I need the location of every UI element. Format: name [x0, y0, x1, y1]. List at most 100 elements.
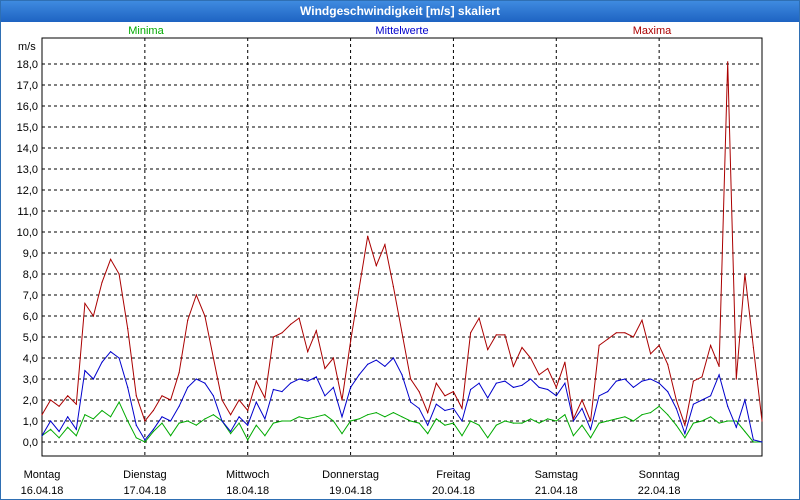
data-point: [598, 395, 600, 397]
y-tick-label: 9,0: [23, 248, 38, 260]
y-tick-label: 12,0: [17, 185, 38, 197]
data-point: [358, 418, 360, 420]
data-point: [572, 418, 575, 420]
data-point: [564, 382, 566, 384]
data-point: [607, 338, 609, 340]
series-minima: [41, 401, 763, 443]
data-point: [307, 380, 309, 382]
data-point: [444, 424, 446, 426]
data-point: [187, 420, 189, 422]
data-point: [581, 407, 583, 409]
data-point: [367, 363, 369, 365]
data-point: [272, 422, 274, 424]
data-point: [675, 399, 677, 401]
data-point: [272, 388, 274, 391]
data-point: [101, 361, 103, 363]
data-point: [590, 428, 592, 430]
data-point: [538, 422, 540, 424]
data-point: [521, 384, 523, 386]
legend-item-mittelwerte: Mittelwerte: [375, 25, 428, 37]
y-tick-label: 14,0: [17, 143, 38, 155]
data-point: [247, 424, 249, 426]
data-point: [178, 405, 180, 407]
data-point: [650, 353, 652, 355]
data-point: [401, 332, 403, 334]
data-point: [50, 420, 52, 422]
x-tick-date: 16.04.18: [21, 485, 64, 497]
y-tick-label: 17,0: [17, 80, 38, 92]
data-point: [315, 376, 317, 378]
data-point: [350, 386, 352, 388]
x-tick-day: Dienstag: [123, 469, 166, 481]
data-point: [255, 380, 257, 382]
x-tick-date: 18.04.18: [226, 485, 269, 497]
wind-speed-chart: 0,0 1,0 2,0 3,0 4,0 5,0 6,0 7,0 8,0 9,0 10,0 11,0 12…: [17, 25, 763, 497]
series-mittelwerte: [41, 351, 763, 443]
y-tick-label: 5,0: [23, 332, 38, 344]
data-point: [67, 416, 69, 418]
data-point: [358, 288, 360, 290]
data-point: [684, 433, 686, 435]
data-point: [384, 416, 386, 418]
data-point: [264, 418, 266, 420]
data-point: [495, 382, 497, 384]
data-point: [538, 374, 540, 376]
series-line: [41, 351, 763, 443]
data-point: [50, 428, 52, 430]
data-point: [75, 403, 77, 405]
y-tick-label: 11,0: [17, 206, 38, 218]
data-point: [684, 424, 686, 426]
x-tick-day: Freitag: [436, 469, 470, 481]
data-point: [658, 405, 660, 407]
x-tick-day: Samstag: [535, 469, 578, 481]
data-point: [230, 430, 232, 433]
data-point: [212, 395, 214, 397]
data-point: [547, 418, 549, 420]
data-point: [667, 391, 669, 393]
data-point: [307, 418, 309, 420]
data-point: [744, 430, 746, 433]
data-point: [538, 386, 540, 388]
data-point: [92, 315, 94, 317]
data-point: [761, 420, 763, 422]
grid: [42, 38, 762, 456]
data-point: [392, 357, 394, 359]
data-point: [401, 416, 403, 418]
data-point: [410, 378, 412, 380]
data-point: [358, 374, 360, 376]
data-point: [118, 401, 120, 403]
y-tick-label: 3,0: [23, 374, 38, 386]
data-point: [298, 416, 300, 418]
data-point: [650, 378, 652, 380]
x-tick-day: Mittwoch: [226, 469, 269, 481]
data-point: [658, 382, 660, 384]
data-point: [487, 397, 489, 399]
data-point: [212, 414, 214, 416]
data-point: [178, 422, 180, 424]
data-point: [667, 414, 669, 416]
data-point: [84, 302, 86, 304]
data-point: [615, 380, 617, 382]
data-point: [572, 435, 575, 437]
data-point: [67, 395, 69, 397]
y-tick-label: 7,0: [23, 290, 38, 302]
data-point: [470, 388, 472, 391]
data-point: [92, 418, 94, 420]
data-point: [84, 414, 86, 416]
data-point: [521, 422, 523, 424]
data-point: [444, 395, 446, 397]
data-point: [555, 420, 557, 422]
data-point: [487, 349, 489, 351]
data-point: [555, 395, 557, 397]
data-point: [607, 420, 609, 422]
series-line: [41, 401, 762, 443]
data-point: [427, 424, 429, 426]
data-point: [118, 357, 120, 359]
y-tick-label: 0,0: [23, 437, 38, 449]
data-point: [92, 378, 94, 380]
data-point: [701, 420, 703, 422]
data-point: [418, 422, 420, 424]
data-point: [427, 412, 429, 414]
data-point: [735, 378, 737, 380]
data-point: [384, 244, 386, 246]
